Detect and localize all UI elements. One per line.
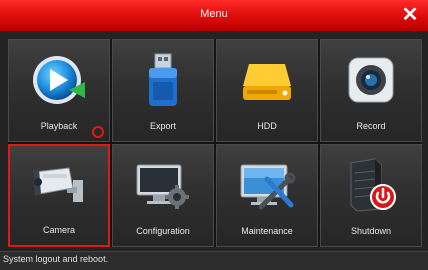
menu-item-hdd[interactable]: HDD — [216, 39, 318, 142]
window-title: Menu — [200, 8, 228, 20]
menu-window: Menu ✕ Playback Export HDD Record Camera… — [0, 0, 428, 270]
menu-item-record[interactable]: Record — [320, 39, 422, 142]
playback-icon — [29, 50, 89, 110]
menu-item-label: Maintenance — [241, 226, 293, 236]
usb-drive-icon — [133, 50, 193, 110]
status-bar: System logout and reboot. — [0, 251, 428, 270]
close-icon[interactable]: ✕ — [398, 3, 422, 27]
menu-item-export[interactable]: Export — [112, 39, 214, 142]
shutdown-icon — [341, 155, 401, 215]
record-icon — [341, 50, 401, 110]
status-text: System logout and reboot. — [3, 254, 109, 264]
configuration-icon — [133, 155, 193, 215]
menu-item-maintenance[interactable]: Maintenance — [216, 144, 318, 247]
title-bar: Menu ✕ — [0, 0, 428, 32]
menu-item-label: Export — [149, 121, 176, 131]
menu-item-label: Camera — [42, 225, 75, 235]
menu-item-shutdown[interactable]: Shutdown — [320, 144, 422, 247]
hard-drive-icon — [237, 50, 297, 110]
selection-marker-icon — [92, 126, 104, 138]
maintenance-icon — [237, 155, 297, 215]
menu-item-configuration[interactable]: Configuration — [112, 144, 214, 247]
camera-icon — [29, 156, 89, 216]
menu-item-label: Configuration — [136, 226, 190, 236]
menu-item-label: Record — [356, 121, 386, 131]
menu-item-camera[interactable]: Camera — [8, 144, 110, 247]
menu-grid: Playback Export HDD Record Camera Config… — [8, 39, 422, 247]
menu-item-label: Shutdown — [350, 226, 392, 236]
menu-item-label: HDD — [257, 121, 277, 131]
